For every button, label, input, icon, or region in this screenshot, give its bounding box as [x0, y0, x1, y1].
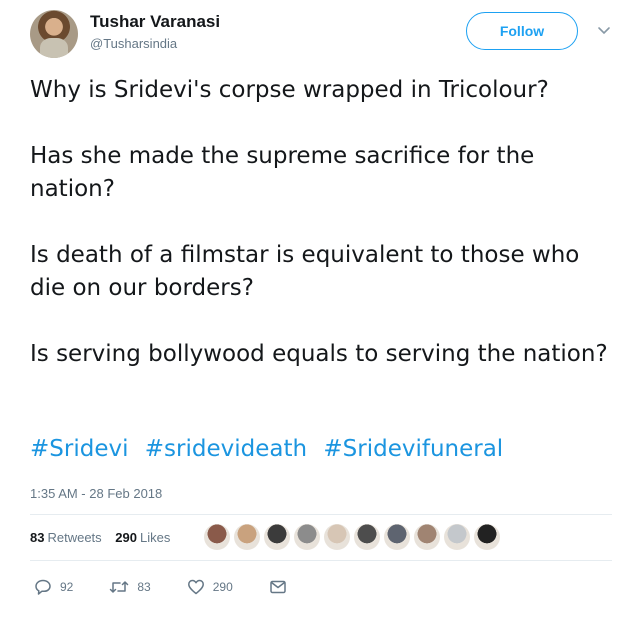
- tweet-paragraph: Has she made the supreme sacrifice for t…: [30, 143, 535, 202]
- tweet-text: Why is Sridevi's corpse wrapped in Trico…: [30, 74, 620, 371]
- liker-avatar[interactable]: [444, 524, 470, 550]
- retweet-count: 83: [137, 580, 151, 594]
- hashtag-link[interactable]: #Sridevi: [30, 436, 128, 462]
- liker-avatar[interactable]: [354, 524, 380, 550]
- divider: [30, 514, 612, 515]
- likes-label: Likes: [140, 530, 171, 545]
- retweets-label: Retweets: [47, 530, 102, 545]
- avatar[interactable]: [30, 10, 78, 58]
- likes-count: 290: [115, 530, 137, 545]
- hashtag-link[interactable]: #Sridevifuneral: [323, 436, 503, 462]
- chevron-down-icon[interactable]: [596, 22, 612, 38]
- likes-stat[interactable]: 290 Likes: [115, 530, 170, 545]
- like-button[interactable]: 290: [187, 578, 233, 596]
- retweet-button[interactable]: 83: [109, 578, 151, 596]
- retweets-stat[interactable]: 83 Retweets: [30, 530, 102, 545]
- reply-button[interactable]: 92: [34, 578, 73, 596]
- tweet-paragraph: Why is Sridevi's corpse wrapped in Trico…: [30, 77, 549, 103]
- liker-avatar[interactable]: [414, 524, 440, 550]
- tweet-actions: 92 83 290: [34, 578, 331, 596]
- liker-avatar[interactable]: [324, 524, 350, 550]
- follow-button[interactable]: Follow: [466, 12, 578, 50]
- author-name[interactable]: Tushar Varanasi: [90, 12, 220, 32]
- divider: [30, 560, 612, 561]
- direct-message-button[interactable]: [269, 578, 295, 596]
- envelope-icon: [270, 580, 286, 594]
- liker-avatar[interactable]: [384, 524, 410, 550]
- liker-avatars: [204, 524, 500, 556]
- liker-avatar[interactable]: [204, 524, 230, 550]
- engagement-stats: 83 Retweets 290 Likes: [30, 530, 170, 545]
- liker-avatar[interactable]: [264, 524, 290, 550]
- heart-icon: [187, 579, 204, 595]
- tweet-timestamp[interactable]: 1:35 AM - 28 Feb 2018: [30, 486, 162, 501]
- liker-avatar[interactable]: [474, 524, 500, 550]
- like-count: 290: [212, 580, 233, 594]
- liker-avatar[interactable]: [234, 524, 260, 550]
- hashtags: #Sridevi #sridevideath #Sridevifuneral: [30, 436, 512, 462]
- tweet-paragraph: Is death of a filmstar is equivalent to …: [30, 242, 580, 301]
- retweets-count: 83: [30, 530, 45, 545]
- tweet-header: Tushar Varanasi @Tusharsindia Follow: [30, 10, 620, 60]
- retweet-icon: [110, 581, 129, 593]
- liker-avatar[interactable]: [294, 524, 320, 550]
- author-handle[interactable]: @Tusharsindia: [90, 36, 177, 51]
- reply-count: 92: [60, 580, 74, 594]
- reply-icon: [35, 579, 51, 595]
- hashtag-link[interactable]: #sridevideath: [145, 436, 307, 462]
- tweet-paragraph: Is serving bollywood equals to serving t…: [30, 341, 608, 367]
